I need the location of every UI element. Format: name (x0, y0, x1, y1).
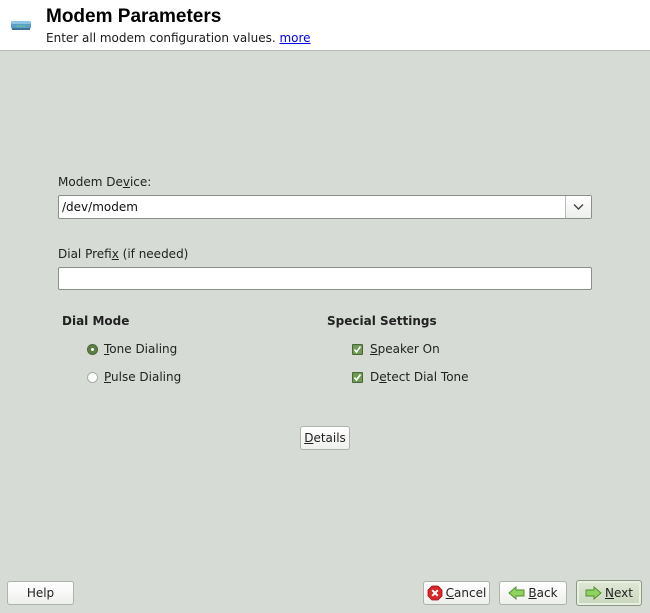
cancel-icon (427, 585, 443, 601)
page-title: Modem Parameters (46, 6, 222, 27)
detect-dial-tone-checkbox[interactable]: Detect Dial Tone (352, 370, 469, 384)
next-button[interactable]: Next (576, 580, 642, 606)
arrow-right-icon (585, 586, 602, 600)
modem-icon (11, 21, 31, 30)
speaker-on-label: Speaker On (370, 342, 440, 356)
detect-dial-tone-label: Detect Dial Tone (370, 370, 469, 384)
back-button[interactable]: Back (499, 581, 567, 605)
modem-device-value[interactable]: /dev/modem (62, 200, 138, 214)
cancel-button[interactable]: Cancel (423, 581, 490, 605)
pulse-dialing-radio[interactable]: Pulse Dialing (87, 370, 181, 384)
arrow-left-icon (508, 586, 525, 600)
radio-selected-icon[interactable] (87, 343, 98, 355)
special-settings-title: Special Settings (327, 314, 437, 328)
checkbox-checked-icon[interactable] (352, 343, 363, 355)
subtitle-text: Enter all modem configuration values. (46, 31, 276, 45)
dial-prefix-input[interactable] (58, 267, 592, 290)
help-button[interactable]: Help (7, 581, 74, 605)
chevron-down-icon (573, 204, 584, 210)
modem-device-dropdown-button[interactable] (565, 196, 591, 218)
radio-unselected-icon[interactable] (87, 371, 98, 383)
checkbox-checked-icon[interactable] (352, 371, 363, 383)
tone-dialing-label: Tone Dialing (104, 342, 178, 356)
pulse-dialing-label: Pulse Dialing (104, 370, 182, 384)
dial-mode-title: Dial Mode (62, 314, 130, 328)
dial-prefix-label: Dial Prefix (if needed) (58, 247, 189, 261)
header: Modem Parameters Enter all modem configu… (0, 0, 650, 51)
modem-device-combobox[interactable]: /dev/modem (58, 195, 592, 219)
speaker-on-checkbox[interactable]: Speaker On (352, 342, 440, 356)
tone-dialing-radio[interactable]: Tone Dialing (87, 342, 177, 356)
modem-device-label: Modem Device: (58, 175, 152, 189)
more-link[interactable]: more (279, 31, 310, 45)
page-subtitle: Enter all modem configuration values. mo… (46, 31, 311, 45)
details-button[interactable]: Details (300, 426, 350, 450)
